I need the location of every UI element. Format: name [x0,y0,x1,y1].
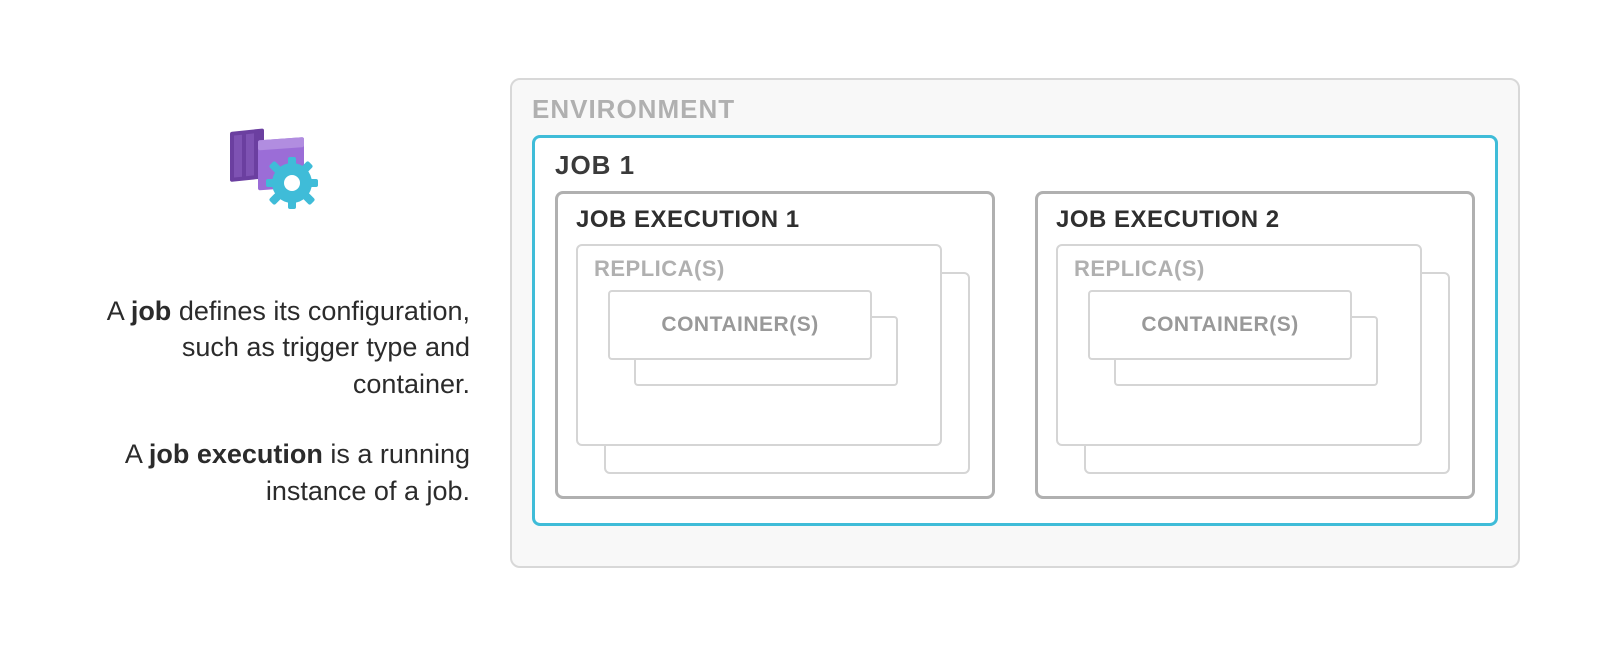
job-execution-box-2: JOB EXECUTION 2 REPLICA(S) CONTAINER(S) [1035,191,1475,499]
container-label: CONTAINER(S) [661,313,818,337]
container-box-front: CONTAINER(S) [608,290,872,360]
replica-box-front: REPLICA(S) CONTAINER(S) [576,244,942,446]
replica-stack: REPLICA(S) CONTAINER(S) [576,244,974,474]
text-pre: A [125,439,149,469]
environment-label: ENVIRONMENT [532,94,1498,125]
text-pre: A [107,296,131,326]
job-description-text: A job defines its configuration, such as… [80,293,470,402]
execution-label: JOB EXECUTION 2 [1056,206,1454,234]
replica-box-front: REPLICA(S) CONTAINER(S) [1056,244,1422,446]
execution-description-text: A job execution is a running instance of… [80,436,470,509]
replica-label: REPLICA(S) [594,256,924,282]
container-app-job-icon [220,103,330,213]
replica-stack: REPLICA(S) CONTAINER(S) [1056,244,1454,474]
execution-row: JOB EXECUTION 1 REPLICA(S) CONTAINER(S) [555,191,1475,499]
diagram-column: ENVIRONMENT JOB 1 JOB EXECUTION 1 REPLIC… [510,40,1520,606]
description-column: A job defines its configuration, such as… [80,103,510,543]
container-box-front: CONTAINER(S) [1088,290,1352,360]
job-box: JOB 1 JOB EXECUTION 1 REPLICA(S) CONTAIN… [532,135,1498,526]
container-stack: CONTAINER(S) [594,290,924,420]
environment-box: ENVIRONMENT JOB 1 JOB EXECUTION 1 REPLIC… [510,78,1520,568]
job-execution-box-1: JOB EXECUTION 1 REPLICA(S) CONTAINER(S) [555,191,995,499]
container-label: CONTAINER(S) [1141,313,1298,337]
text-bold: job [131,296,172,326]
execution-label: JOB EXECUTION 1 [576,206,974,234]
text-post: defines its configuration, such as trigg… [171,296,470,399]
text-bold: job execution [149,439,323,469]
container-stack: CONTAINER(S) [1074,290,1404,420]
replica-label: REPLICA(S) [1074,256,1404,282]
job-label: JOB 1 [555,150,1475,181]
